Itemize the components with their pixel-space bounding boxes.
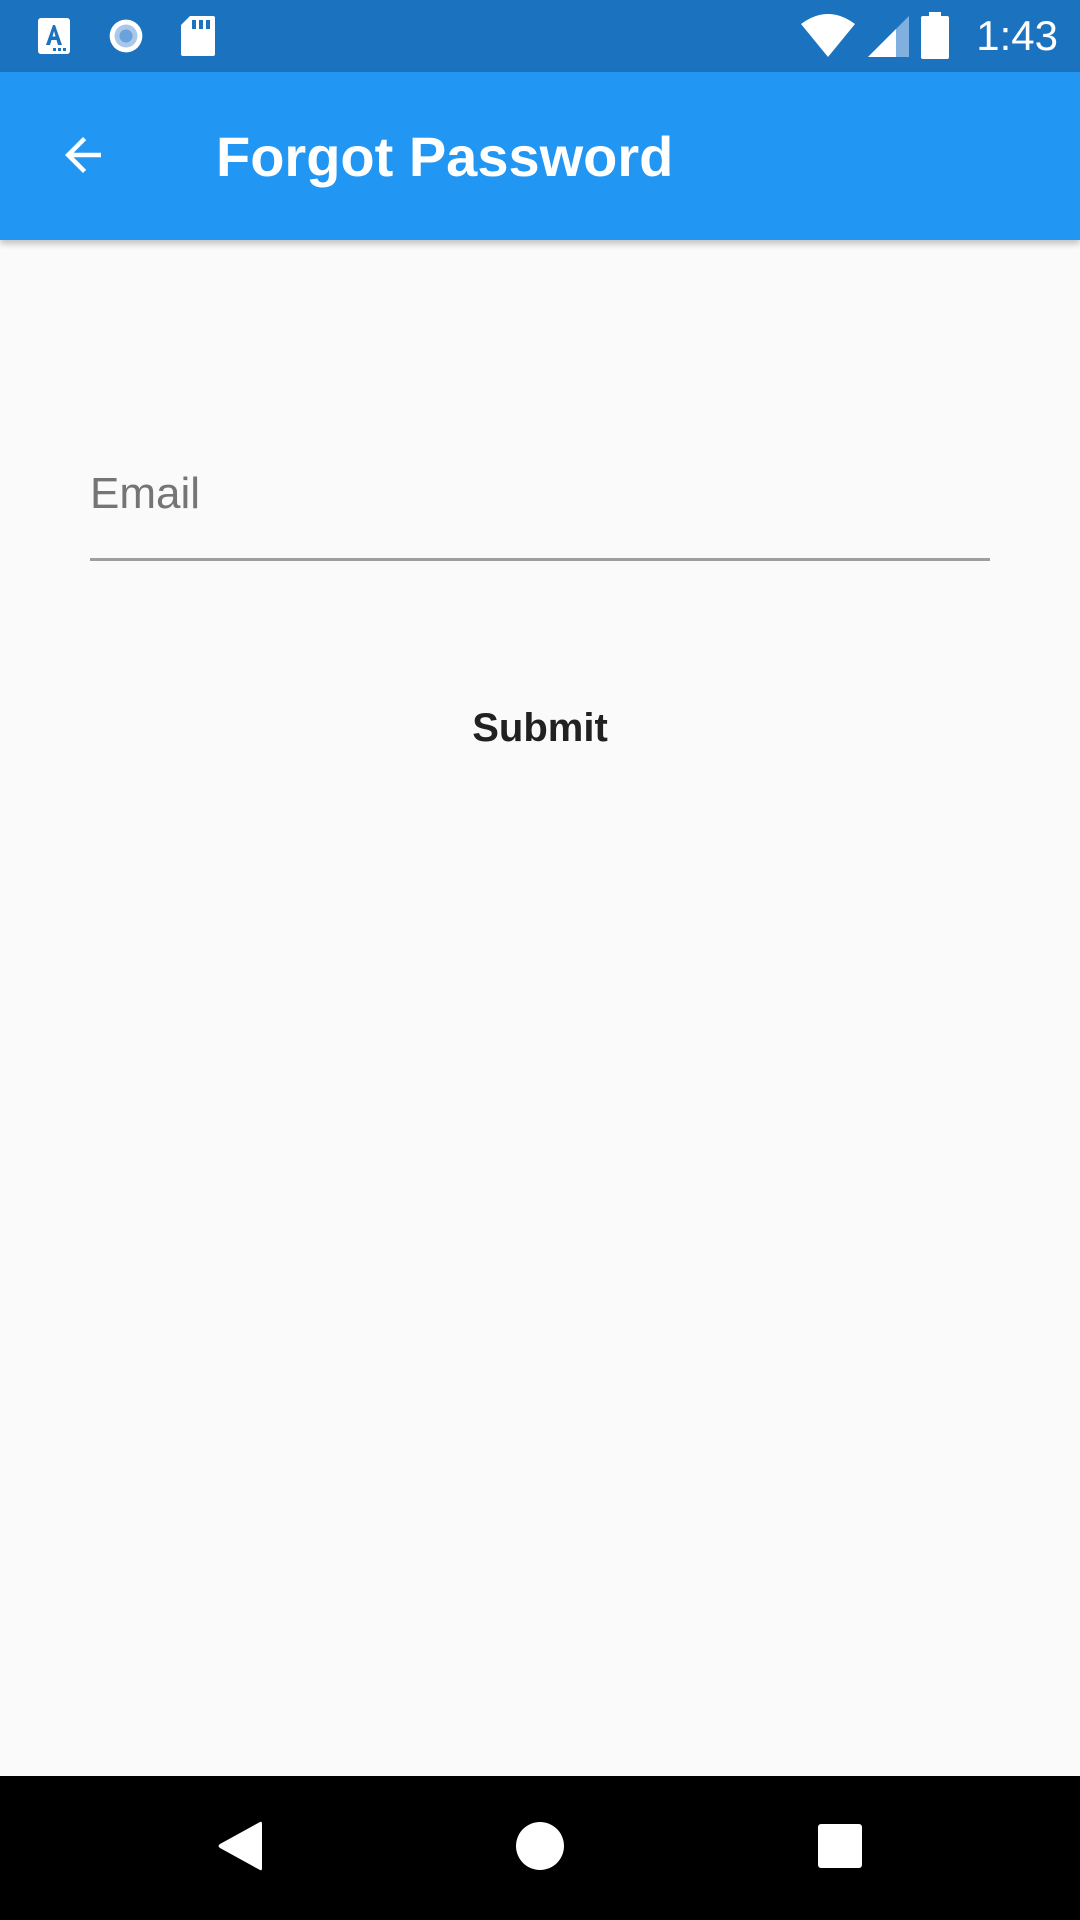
- status-notification-icons: [36, 14, 252, 58]
- email-field[interactable]: [90, 430, 990, 562]
- page-title: Forgot Password: [216, 125, 674, 188]
- nav-recents-button[interactable]: [790, 1798, 890, 1898]
- battery-icon: [920, 12, 950, 60]
- home-circle-icon: [515, 1821, 565, 1876]
- nav-home-button[interactable]: [490, 1798, 590, 1898]
- status-bar: 1:43: [0, 0, 1080, 72]
- screen: 1:43 Forgot Password Submit: [0, 0, 1080, 1920]
- font-keyboard-icon: [36, 14, 72, 58]
- cell-signal-icon: [866, 14, 910, 58]
- email-underline: [90, 558, 990, 561]
- nav-back-button[interactable]: [190, 1798, 290, 1898]
- arrow-back-icon: [56, 128, 110, 187]
- navigation-bar: [0, 1776, 1080, 1920]
- sd-card-icon: [180, 14, 216, 58]
- submit-button[interactable]: Submit: [420, 680, 660, 776]
- wifi-icon: [800, 14, 856, 58]
- recents-square-icon: [817, 1823, 863, 1874]
- status-clock: 1:43: [976, 12, 1058, 59]
- record-icon: [108, 14, 144, 58]
- app-bar: Forgot Password: [0, 72, 1080, 240]
- back-button[interactable]: [38, 112, 128, 202]
- status-system-icons: 1:43: [790, 10, 1058, 62]
- back-triangle-icon: [216, 1820, 264, 1877]
- email-input[interactable]: [90, 430, 990, 558]
